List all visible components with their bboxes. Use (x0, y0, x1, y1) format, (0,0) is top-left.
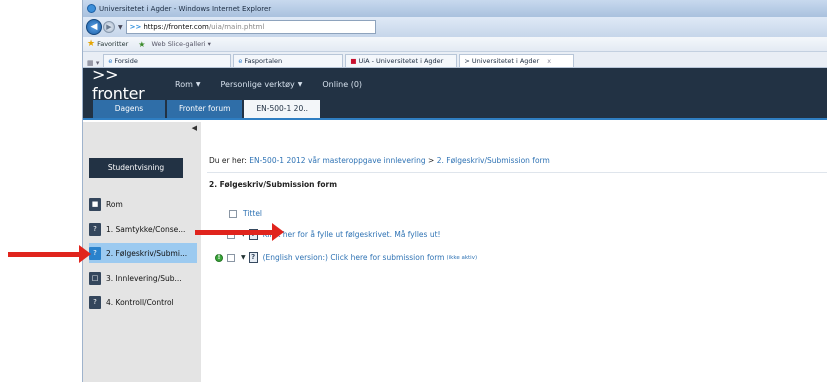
room-icon: ■ (89, 197, 101, 211)
annotation-arrow-sidebar (8, 245, 91, 263)
main-panel: Du er her: EN-500-1 2012 vår masteroppga… (201, 122, 827, 382)
row-link-submission-form[interactable]: (English version:) Click here for submis… (263, 253, 445, 262)
tab-dagens[interactable]: Dagens (93, 100, 165, 118)
menu-label: Rom (175, 79, 193, 89)
page-title: 2. Følgeskriv/Submission form (209, 180, 338, 189)
divider (207, 172, 827, 173)
fronter-subnav: Dagens Fronter forum EN-500-1 20.. (83, 100, 827, 120)
menu-rom[interactable]: Rom ▼ (175, 80, 201, 89)
info-icon[interactable]: ! (215, 253, 223, 262)
sidebar: ◀ Studentvisning ■ Rom ? 1. Samtykke/Con… (83, 122, 201, 382)
url-field[interactable]: >> https://fronter.com/uia/main.phtml (125, 20, 376, 34)
tab-label: > Universitetet i Agder (464, 57, 540, 65)
breadcrumb-separator: > (428, 156, 435, 165)
tab-course-room[interactable]: EN-500-1 20.. (244, 100, 320, 118)
web-slice-label: Web Slice-galleri (151, 40, 206, 48)
sidebar-item-label: Rom (106, 199, 123, 209)
column-title[interactable]: Tittel (243, 209, 262, 218)
chevron-down-icon: ▼ (297, 80, 303, 88)
sidebar-item-folgeskriv[interactable]: ? 2. Følgeskriv/Submi... (89, 243, 197, 263)
breadcrumb-link-current[interactable]: 2. Følgeskriv/Submission form (437, 156, 550, 165)
menu-online[interactable]: Online (0) (322, 80, 362, 89)
fronter-logo[interactable]: >> fronter (83, 65, 175, 103)
menu-label: Personlige verktøy (220, 79, 295, 89)
select-all-checkbox[interactable] (229, 209, 237, 218)
student-view-button[interactable]: Studentvisning (89, 158, 183, 178)
row-link-folgeskriv[interactable]: Klikk her for å fylle ut følgeskrivet. M… (263, 230, 441, 239)
favorites-button[interactable]: Favoritter (97, 40, 128, 48)
screenshot-stage: Universitetet i Agder - Windows Internet… (0, 0, 827, 382)
list-item: ! ▼ ? (English version:) Click here for … (215, 252, 477, 263)
history-dropdown-icon[interactable]: ▼ (118, 24, 123, 31)
document-icon: ? (248, 252, 258, 263)
favorites-star-icon: ★ (87, 39, 96, 49)
menu-personlige-verktoy[interactable]: Personlige verktøy ▼ (221, 80, 303, 89)
ie-logo-icon (87, 4, 96, 13)
row-menu-icon[interactable]: ▼ (241, 254, 246, 261)
tab-label: Fasportalen (244, 57, 283, 65)
window-titlebar: Universitetet i Agder - Windows Internet… (83, 0, 827, 17)
ie-page-icon: e (108, 57, 113, 65)
tab-label: Forside (114, 57, 138, 65)
row-checkbox[interactable] (227, 253, 235, 262)
tab-fronter-forum[interactable]: Fronter forum (167, 100, 243, 118)
sidebar-item-label: 4. Kontroll/Control (106, 297, 174, 307)
browser-tab-bar: ▦ ▾ e Forside e Fasportalen ■ UiA - Univers… (83, 52, 827, 68)
web-slice-gallery[interactable]: Web Slice-galleri ▾ (151, 40, 210, 48)
browser-window: Universitetet i Agder - Windows Internet… (82, 0, 827, 382)
browser-tab-active[interactable]: > Universitetet i Agder x (459, 54, 575, 67)
add-favorite-icon[interactable]: ★ (138, 40, 145, 49)
tab-label: UiA - Universitetet i Agder (358, 57, 444, 65)
document-icon: ? (89, 222, 101, 236)
favorites-bar: ★ Favoritter ★ Web Slice-galleri ▾ (83, 37, 827, 52)
sidebar-item-label: 2. Følgeskriv/Submi... (106, 248, 188, 258)
sidebar-item-rom[interactable]: ■ Rom (89, 194, 197, 214)
sidebar-item-innlevering[interactable]: □ 3. Innlevering/Sub... (89, 268, 197, 288)
back-button[interactable]: ◀ (86, 19, 102, 35)
document-icon: ? (89, 295, 101, 309)
browser-tab-fasportalen[interactable]: e Fasportalen (233, 54, 344, 67)
inactive-label: (ikke aktiv) (446, 254, 478, 261)
breadcrumb-prefix: Du er her: (209, 156, 247, 165)
address-bar: ◀ ▶ ▼ >> https://fronter.com/uia/main.pht… (83, 17, 827, 37)
collapse-sidebar-icon[interactable]: ◀ (192, 124, 197, 132)
fronter-header: >> fronter Rom ▼ Personlige verktøy ▼ Onli… (83, 65, 827, 103)
close-tab-icon[interactable]: x (547, 57, 551, 65)
sidebar-item-samtykke[interactable]: ? 1. Samtykke/Conse... (89, 219, 197, 239)
window-title: Universitetet i Agder - Windows Internet… (99, 4, 272, 13)
sidebar-item-label: 3. Innlevering/Sub... (106, 273, 182, 283)
forward-button[interactable]: ▶ (103, 21, 115, 33)
breadcrumb: Du er her: EN-500-1 2012 vår masteroppga… (209, 156, 550, 165)
url-host: https://fronter.com (143, 23, 209, 31)
folder-icon: □ (89, 271, 101, 285)
column-header: Tittel (229, 209, 262, 218)
chevron-down-icon: ▼ (195, 80, 201, 88)
url-path: /uia/main.phtml (208, 23, 265, 31)
annotation-arrow-link (195, 223, 284, 241)
ie-page-icon: e (238, 57, 243, 65)
site-icon: >> (129, 23, 142, 31)
breadcrumb-link-room[interactable]: EN-500-1 2012 vår masteroppgave innlever… (249, 156, 425, 165)
browser-tab-uia[interactable]: ■ UiA - Universitetet i Agder (345, 54, 458, 67)
sidebar-item-label: 1. Samtykke/Conse... (106, 224, 186, 234)
uia-logo-icon: ■ (350, 57, 357, 65)
content-area: ◀ Studentvisning ■ Rom ? 1. Samtykke/Con… (83, 122, 827, 382)
address-bar-filler (375, 17, 827, 37)
sidebar-item-kontroll[interactable]: ? 4. Kontroll/Control (89, 292, 197, 312)
